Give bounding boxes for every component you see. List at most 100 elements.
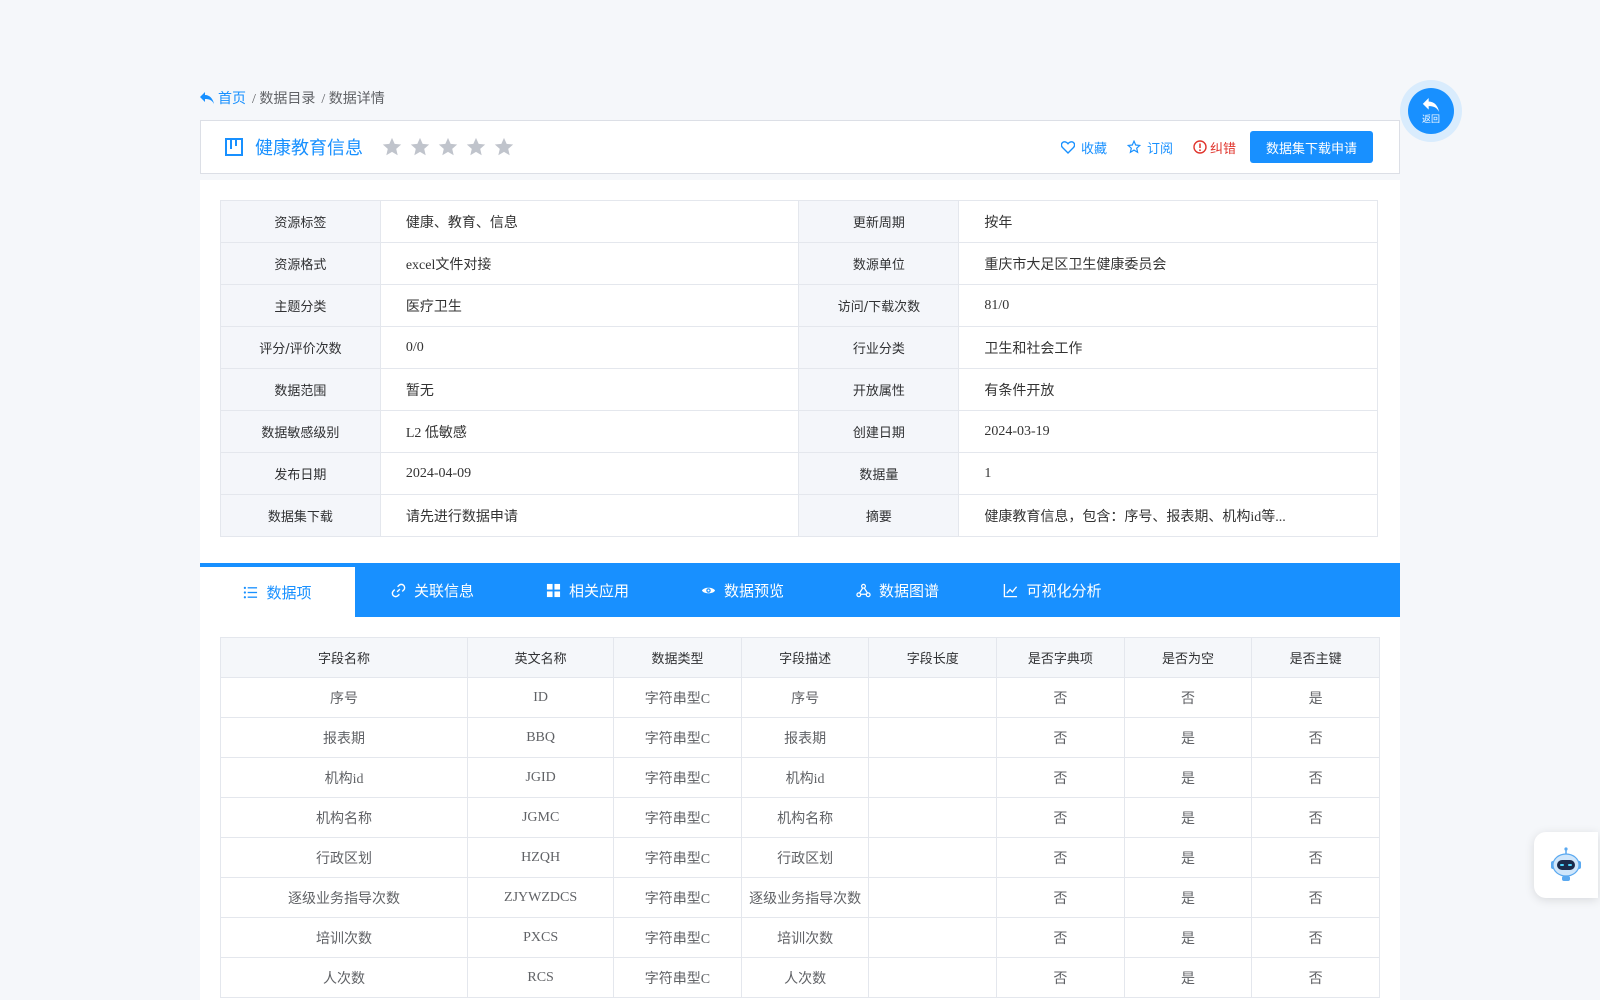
- back-button-inner[interactable]: 返回: [1408, 88, 1454, 134]
- table-cell: [868, 957, 998, 998]
- table-cell: 逐级业务指导次数: [219, 877, 469, 918]
- table-cell: 否: [1251, 957, 1380, 998]
- info-row: 资源标签 健康、教育、信息 更新周期 按年: [220, 200, 1378, 243]
- table-cell: 报表期: [740, 717, 870, 758]
- tab-data-preview[interactable]: 数据预览: [665, 563, 820, 617]
- star-icon[interactable]: [465, 136, 487, 158]
- list-icon: [244, 586, 258, 598]
- info-value: 按年: [958, 200, 1378, 243]
- info-label: 更新周期: [798, 200, 960, 243]
- table-cell: JGID: [467, 757, 615, 798]
- heart-icon: [1060, 140, 1075, 154]
- robot-icon: [1551, 847, 1581, 881]
- tab-label: 数据图谱: [878, 581, 939, 600]
- table-cell: 否: [1251, 797, 1380, 838]
- reply-arrow-icon: [1422, 97, 1440, 112]
- table-cell: 字符串型C: [613, 757, 742, 798]
- table-cell: ZJYWZDCS: [467, 877, 615, 918]
- eye-icon: [701, 587, 716, 593]
- table-cell: 否: [996, 797, 1125, 838]
- breadcrumb-home[interactable]: 首页: [200, 88, 246, 108]
- alert-circle-icon: [1193, 140, 1207, 154]
- table-cell: 字符串型C: [613, 717, 742, 758]
- subscribe-button[interactable]: 订阅: [1126, 138, 1173, 157]
- table-cell: 报表期: [219, 717, 469, 758]
- favorite-button[interactable]: 收藏: [1060, 138, 1107, 157]
- table-row[interactable]: 机构名称 JGMC 字符串型C 机构名称否是否: [219, 797, 1380, 838]
- table-row[interactable]: 人次数 RCS 字符串型C 人次数否是否: [219, 957, 1380, 998]
- table-cell: [868, 877, 998, 918]
- table-cell: 字符串型C: [613, 917, 742, 958]
- back-button[interactable]: 返回: [1400, 80, 1462, 142]
- info-value: 有条件开放: [958, 368, 1378, 411]
- column-header: 字段描述: [740, 637, 870, 678]
- info-row: 主题分类 医疗卫生 访问/下载次数 81/0: [220, 284, 1378, 327]
- info-label: 访问/下载次数: [798, 284, 960, 327]
- table-row[interactable]: 逐级业务指导次数 ZJYWZDCS 字符串型C 逐级业务指导次数否是否: [219, 877, 1380, 918]
- tab-label: 可视化分析: [1026, 581, 1102, 600]
- table-cell: 是: [1251, 677, 1380, 718]
- table-row[interactable]: 报表期 BBQ 字符串型C 报表期否是否: [219, 717, 1380, 758]
- table-cell: [868, 797, 998, 838]
- star-icon[interactable]: [437, 136, 459, 158]
- star-icon[interactable]: [493, 136, 515, 158]
- info-panel: 资源标签 健康、教育、信息 更新周期 按年 资源格式 excel文件对接 数源单位 重庆市大足…: [200, 180, 1400, 565]
- table-cell: 否: [1123, 677, 1253, 718]
- info-label: 数据敏感级别: [220, 410, 381, 453]
- table-cell: 否: [996, 717, 1125, 758]
- breadcrumb-catalog[interactable]: / 数据目录: [252, 88, 315, 108]
- info-value: excel文件对接: [379, 242, 800, 285]
- graph-icon: [856, 583, 871, 597]
- column-header: 英文名称: [467, 637, 615, 678]
- tab-label: 相关应用: [568, 581, 629, 600]
- download-apply-button[interactable]: 数据集下载申请: [1249, 131, 1373, 163]
- table-cell: 字符串型C: [613, 877, 742, 918]
- table-cell: BBQ: [467, 717, 615, 758]
- tab-related-info[interactable]: 关联信息: [355, 563, 510, 617]
- info-value: 请先进行数据申请: [379, 494, 800, 537]
- table-cell: 是: [1123, 757, 1253, 798]
- table-row[interactable]: 机构id JGID 字符串型C 机构id 否是否: [219, 757, 1380, 798]
- link-icon: [391, 583, 406, 597]
- table-row[interactable]: 序号 ID 字符串型C 序号否否是: [219, 677, 1380, 718]
- info-row: 评分/评价次数 0/0 行业分类 卫生和社会工作: [220, 326, 1378, 369]
- assistant-robot-button[interactable]: [1534, 832, 1598, 898]
- info-value: 重庆市大足区卫生健康委员会: [958, 242, 1378, 285]
- info-label: 数据范围: [220, 368, 381, 411]
- table-cell: 是: [1123, 797, 1253, 838]
- column-header: 是否字典项: [996, 637, 1125, 678]
- breadcrumb-home-label: 首页: [218, 92, 246, 107]
- data-items-panel: 字段名称 英文名称 数据类型 字段描述 字段长度 是否字典项 是否为空 是否主键 序号 ID 字符…: [200, 617, 1400, 1000]
- tab-visual-analysis[interactable]: 可视化分析: [975, 563, 1130, 617]
- table-cell: 培训次数: [219, 917, 469, 958]
- info-label: 评分/评价次数: [220, 326, 381, 369]
- table-cell: 否: [996, 677, 1125, 718]
- table-row[interactable]: 行政区划 HZQH 字符串型C 行政区划否是否: [219, 837, 1380, 878]
- apps-icon: [546, 583, 561, 597]
- table-cell: 否: [1251, 837, 1380, 878]
- table-cell: 是: [1123, 717, 1253, 758]
- info-row: 资源格式 excel文件对接 数源单位 重庆市大足区卫生健康委员会: [220, 242, 1378, 285]
- tab-related-apps[interactable]: 相关应用: [510, 563, 665, 617]
- info-label: 开放属性: [798, 368, 960, 411]
- table-cell: 字符串型C: [613, 957, 742, 998]
- star-icon[interactable]: [409, 136, 431, 158]
- rating-stars[interactable]: [381, 136, 515, 158]
- table-cell: 否: [996, 877, 1125, 918]
- table-row[interactable]: 培训次数 PXCS 字符串型C 培训次数否是否: [219, 917, 1380, 958]
- star-outline-icon: [1126, 140, 1141, 154]
- tab-data-graph[interactable]: 数据图谱: [820, 563, 975, 617]
- table-cell: 字符串型C: [613, 797, 742, 838]
- tab-data-items[interactable]: 数据项: [200, 563, 355, 617]
- breadcrumb: 首页 / 数据目录 / 数据详情: [200, 88, 385, 108]
- table-cell: 否: [1251, 917, 1380, 958]
- star-icon[interactable]: [381, 136, 403, 158]
- correct-error-button[interactable]: 纠错: [1193, 138, 1236, 157]
- table-cell: [868, 757, 998, 798]
- table-cell: 是: [1123, 837, 1253, 878]
- info-label: 主题分类: [220, 284, 381, 327]
- info-row: 数据敏感级别 L2 低敏感 创建日期 2024-03-19: [220, 410, 1378, 453]
- table-cell: 是: [1123, 957, 1253, 998]
- column-header: 数据类型: [613, 637, 742, 678]
- column-header: 是否主键: [1251, 637, 1380, 678]
